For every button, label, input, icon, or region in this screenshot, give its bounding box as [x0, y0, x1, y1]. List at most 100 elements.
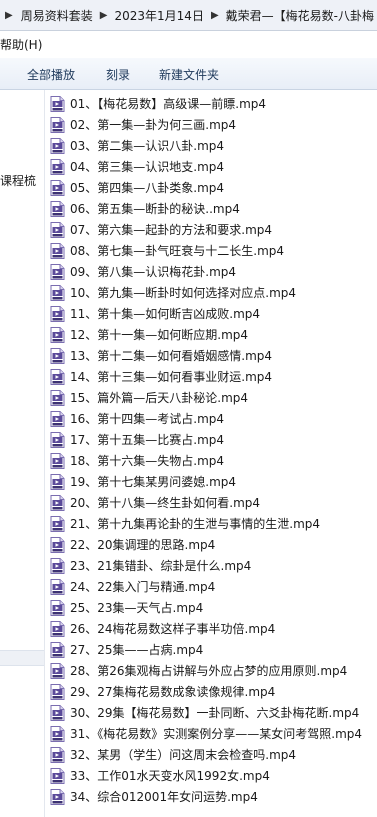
file-row[interactable]: 27、25集——占病.mp4 [50, 639, 377, 660]
explorer-window: ▶ 周易资料套装 ▶ 2023年1月14日 ▶ 戴荣君—【梅花易数-八卦梅 帮助… [0, 0, 377, 817]
play-all-button[interactable]: 全部播放 [27, 66, 75, 83]
file-name: 18、第十六集—失物占.mp4 [70, 454, 225, 468]
file-name: 14、第十三集—如何看事业财运.mp4 [70, 370, 273, 384]
breadcrumb-item-2[interactable]: 2023年1月14日 [112, 7, 207, 24]
file-name: 24、22集入门与精通.mp4 [70, 580, 216, 594]
file-name: 20、第十八集—终生卦如何看.mp4 [70, 496, 261, 510]
file-row[interactable]: 17、第十五集—比赛占.mp4 [50, 429, 377, 450]
mp4-video-file-icon [50, 116, 65, 133]
file-row[interactable]: 26、24梅花易数这样子事半功倍.mp4 [50, 618, 377, 639]
mp4-video-file-icon [50, 221, 65, 238]
file-row[interactable]: 11、第十集—如何断吉凶成败.mp4 [50, 303, 377, 324]
file-row[interactable]: 10、第九集—断卦时如何选择对应点.mp4 [50, 282, 377, 303]
file-row[interactable]: 19、第十七集某男问婆媳.mp4 [50, 471, 377, 492]
mp4-video-file-icon [50, 767, 65, 784]
breadcrumb-item-3[interactable]: 戴荣君—【梅花易数-八卦梅 [223, 7, 377, 24]
file-row[interactable]: 25、23集—天气占.mp4 [50, 597, 377, 618]
file-name: 03、第二集—认识八卦.mp4 [70, 139, 225, 153]
file-row[interactable]: 31、《梅花易数》实测案例分享——某女问考驾照.mp4 [50, 723, 377, 744]
file-row[interactable]: 21、第十九集再论卦的生泄与事情的生泄.mp4 [50, 513, 377, 534]
file-row[interactable]: 24、22集入门与精通.mp4 [50, 576, 377, 597]
file-row[interactable]: 13、第十二集—如何看婚姻感情.mp4 [50, 345, 377, 366]
file-name: 25、23集—天气占.mp4 [70, 601, 204, 615]
file-row[interactable]: 18、第十六集—失物占.mp4 [50, 450, 377, 471]
file-name: 15、篇外篇—后天八卦秘论.mp4 [70, 391, 249, 405]
mp4-video-file-icon [50, 683, 65, 700]
file-row[interactable]: 16、第十四集—考试占.mp4 [50, 408, 377, 429]
command-toolbar: 全部播放 刻录 新建文件夹 [0, 58, 377, 90]
mp4-video-file-icon [50, 158, 65, 175]
file-name: 07、第六集—起卦的方法和要求.mp4 [70, 223, 273, 237]
file-row[interactable]: 04、第三集—认识地支.mp4 [50, 156, 377, 177]
mp4-video-file-icon [50, 515, 65, 532]
mp4-video-file-icon [50, 662, 65, 679]
mp4-video-file-icon [50, 431, 65, 448]
mp4-video-file-icon [50, 620, 65, 637]
mp4-video-file-icon [50, 368, 65, 385]
file-name: 16、第十四集—考试占.mp4 [70, 412, 225, 426]
file-name: 27、25集——占病.mp4 [70, 643, 204, 657]
mp4-video-file-icon [50, 95, 65, 112]
file-row[interactable]: 23、21集错卦、综卦是什么.mp4 [50, 555, 377, 576]
file-name: 32、某男（学生）问这周末会检查吗.mp4 [70, 748, 297, 762]
file-row[interactable]: 12、第十一集—如何断应期.mp4 [50, 324, 377, 345]
mp4-video-file-icon [50, 326, 65, 343]
file-row[interactable]: 33、工作01水天变水风1992女.mp4 [50, 765, 377, 786]
mp4-video-file-icon [50, 557, 65, 574]
mp4-video-file-icon [50, 788, 65, 805]
address-bar[interactable]: ▶ 周易资料套装 ▶ 2023年1月14日 ▶ 戴荣君—【梅花易数-八卦梅 [0, 0, 377, 31]
file-name: 17、第十五集—比赛占.mp4 [70, 433, 225, 447]
file-name: 10、第九集—断卦时如何选择对应点.mp4 [70, 286, 297, 300]
mp4-video-file-icon [50, 410, 65, 427]
file-row[interactable]: 29、27集梅花易数成象读像规律.mp4 [50, 681, 377, 702]
file-row[interactable]: 32、某男（学生）问这周末会检查吗.mp4 [50, 744, 377, 765]
file-row[interactable]: 15、篇外篇—后天八卦秘论.mp4 [50, 387, 377, 408]
burn-button[interactable]: 刻录 [106, 66, 130, 83]
file-row[interactable]: 09、第八集—认识梅花卦.mp4 [50, 261, 377, 282]
file-row[interactable]: 20、第十八集—终生卦如何看.mp4 [50, 492, 377, 513]
file-row[interactable]: 08、第七集—卦气旺衰与十二长生.mp4 [50, 240, 377, 261]
file-name: 09、第八集—认识梅花卦.mp4 [70, 265, 237, 279]
mp4-video-file-icon [50, 284, 65, 301]
file-name: 12、第十一集—如何断应期.mp4 [70, 328, 249, 342]
file-row[interactable]: 34、综合012001年女问运势.mp4 [50, 786, 377, 807]
mp4-video-file-icon [50, 578, 65, 595]
file-name: 33、工作01水天变水风1992女.mp4 [70, 769, 270, 783]
mp4-video-file-icon [50, 389, 65, 406]
file-name: 28、第26集观梅占讲解与外应占梦的应用原则.mp4 [70, 664, 348, 678]
file-name: 13、第十二集—如何看婚姻感情.mp4 [70, 349, 273, 363]
mp4-video-file-icon [50, 599, 65, 616]
file-row[interactable]: 05、第四集—八卦类象.mp4 [50, 177, 377, 198]
breadcrumb-arrow-icon[interactable]: ▶ [0, 10, 18, 21]
file-name: 02、第一集—卦为何三画.mp4 [70, 118, 237, 132]
mp4-video-file-icon [50, 746, 65, 763]
file-name: 30、29集【梅花易数】一卦同断、六爻卦梅花断.mp4 [70, 706, 360, 720]
file-row[interactable]: 03、第二集—认识八卦.mp4 [50, 135, 377, 156]
mp4-video-file-icon [50, 347, 65, 364]
new-folder-button[interactable]: 新建文件夹 [159, 66, 219, 83]
breadcrumb-separator-icon[interactable]: ▶ [207, 10, 223, 21]
mp4-video-file-icon [50, 494, 65, 511]
menu-help[interactable]: 帮助(H) [0, 36, 42, 53]
file-row[interactable]: 30、29集【梅花易数】一卦同断、六爻卦梅花断.mp4 [50, 702, 377, 723]
file-row[interactable]: 07、第六集—起卦的方法和要求.mp4 [50, 219, 377, 240]
file-name: 11、第十集—如何断吉凶成败.mp4 [70, 307, 261, 321]
mp4-video-file-icon [50, 305, 65, 322]
breadcrumb-item-1[interactable]: 周易资料套装 [18, 7, 96, 24]
mp4-video-file-icon [50, 536, 65, 553]
file-name: 23、21集错卦、综卦是什么.mp4 [70, 559, 252, 573]
breadcrumb-separator-icon[interactable]: ▶ [96, 10, 112, 21]
file-name: 05、第四集—八卦类象.mp4 [70, 181, 225, 195]
nav-item-course-outline[interactable]: 课程梳 [0, 172, 36, 189]
file-row[interactable]: 28、第26集观梅占讲解与外应占梦的应用原则.mp4 [50, 660, 377, 681]
file-row[interactable]: 14、第十三集—如何看事业财运.mp4 [50, 366, 377, 387]
file-row[interactable]: 01、【梅花易数】高级课—前瞟.mp4 [50, 93, 377, 114]
file-row[interactable]: 06、第五集—断卦的秘诀..mp4 [50, 198, 377, 219]
mp4-video-file-icon [50, 704, 65, 721]
file-name: 04、第三集—认识地支.mp4 [70, 160, 225, 174]
mp4-video-file-icon [50, 200, 65, 217]
file-row[interactable]: 22、20集调理的思路.mp4 [50, 534, 377, 555]
file-name: 31、《梅花易数》实测案例分享——某女问考驾照.mp4 [70, 727, 363, 741]
file-name: 08、第七集—卦气旺衰与十二长生.mp4 [70, 244, 285, 258]
file-row[interactable]: 02、第一集—卦为何三画.mp4 [50, 114, 377, 135]
